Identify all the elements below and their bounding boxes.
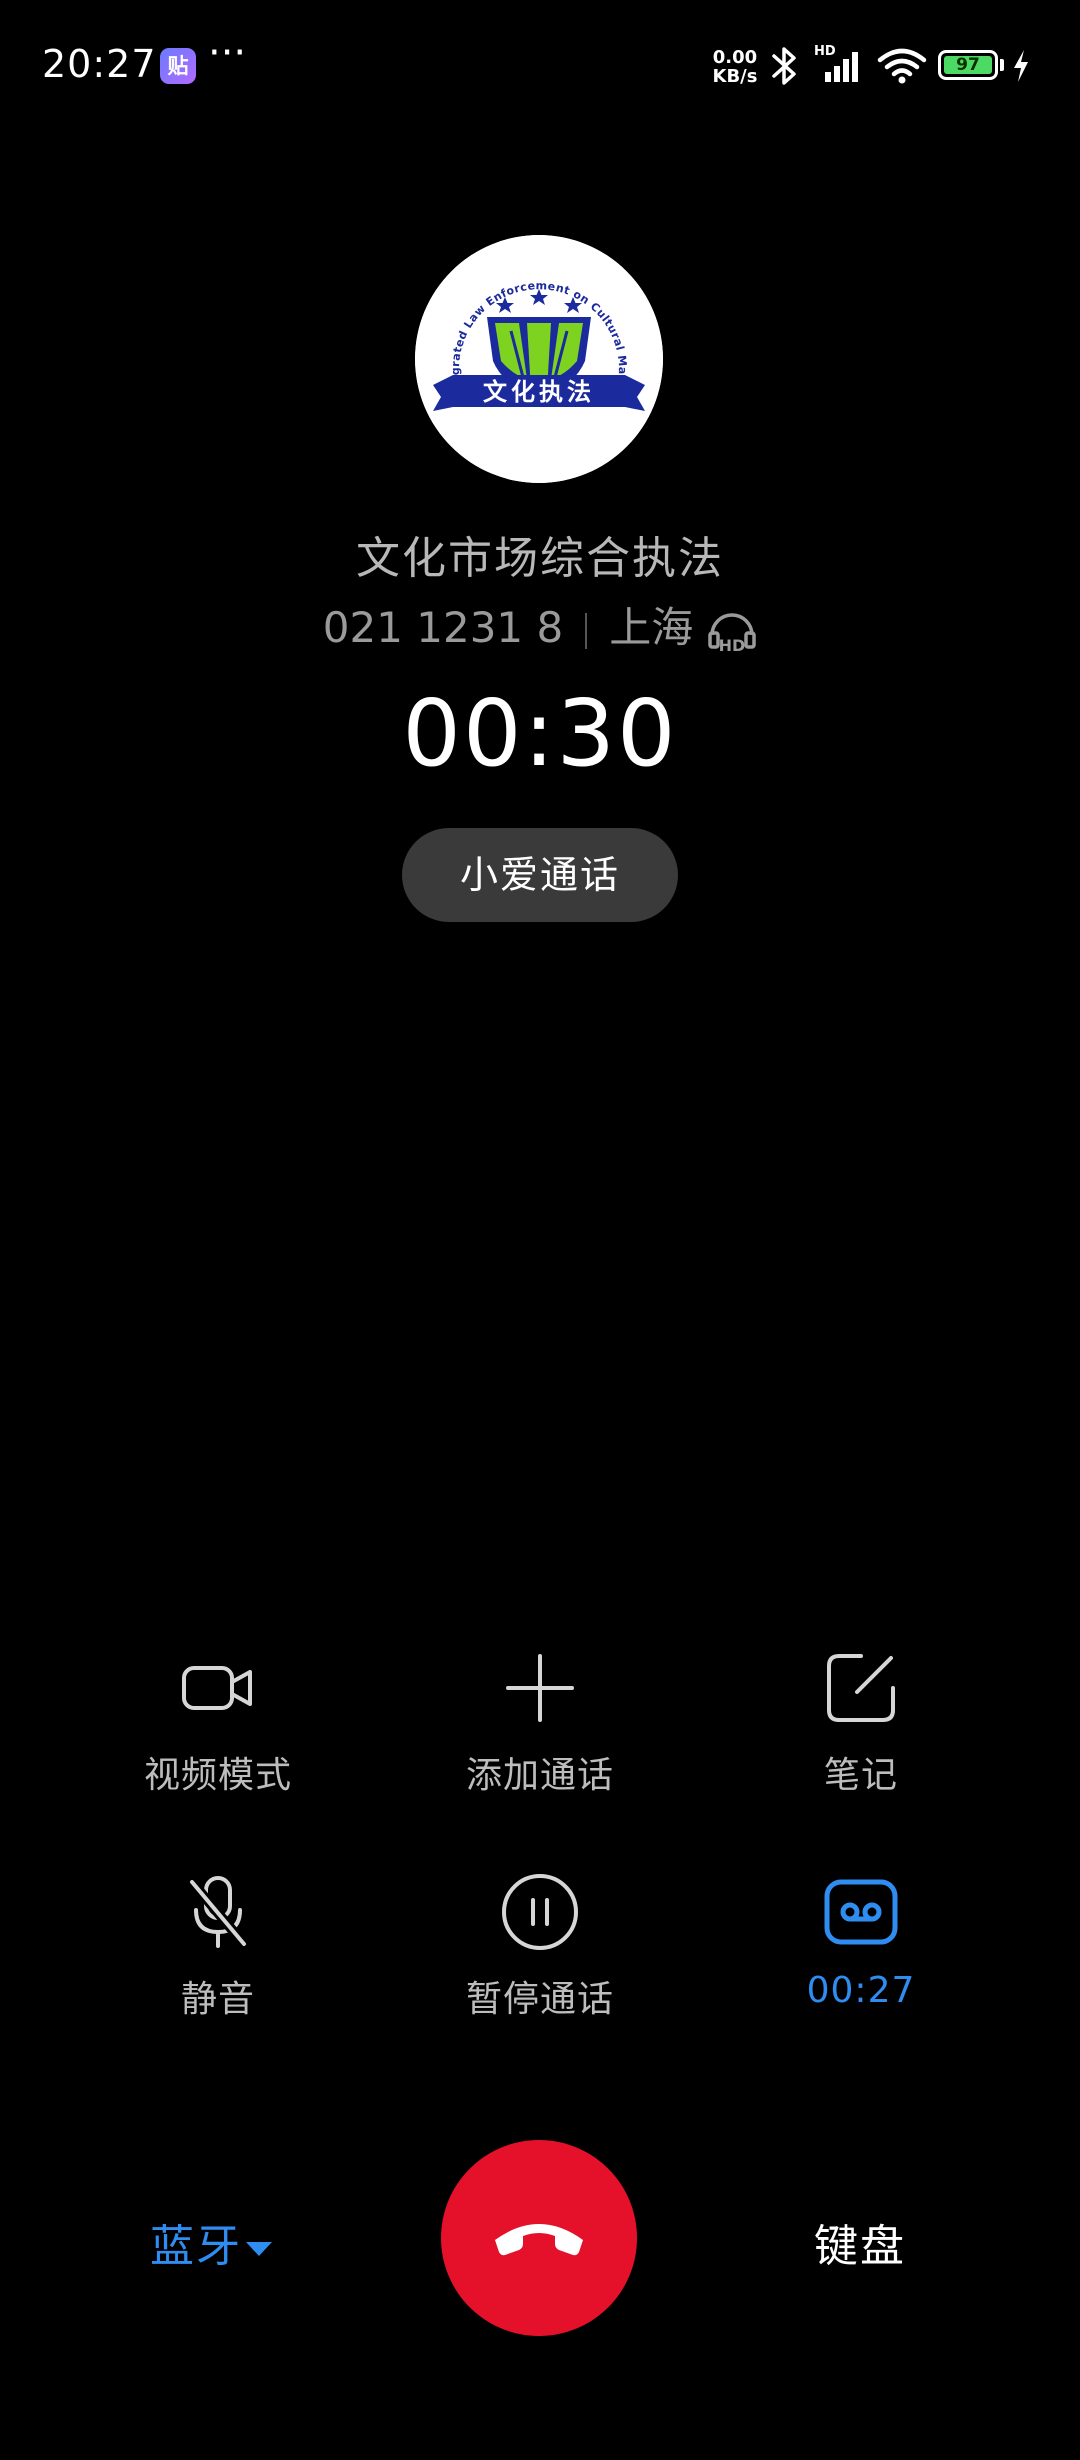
end-call-button[interactable] [441,2140,637,2336]
signal-icon [825,52,858,82]
call-timer: 00:30 [402,680,678,787]
notes-label: 笔记 [823,1755,898,1796]
network-speed-value: 0.00 [712,47,758,68]
battery-tip [1000,59,1004,71]
mute-label: 静音 [180,1979,255,2020]
network-speed-unit: KB/s [712,66,758,87]
status-time: 20:27 [42,42,157,86]
mute-button[interactable]: 静音 [98,1872,338,2042]
video-mode-label: 视频模式 [143,1755,292,1796]
add-call-label: 添加通话 [465,1755,614,1796]
network-speed: 0.00 KB/s [705,48,765,86]
video-camera-icon [182,1666,252,1710]
bluetooth-label: 蓝牙 [150,2221,242,2272]
more-notifications-icon: ··· [208,30,247,76]
note-edit-icon [827,1654,895,1722]
caller-details: 021 1231 8 上海 HD [0,594,1080,655]
pause-icon [502,1874,578,1950]
bluetooth-icon [772,47,796,85]
hold-call-button[interactable]: 暂停通话 [420,1872,660,2042]
keypad-button[interactable]: 键盘 [790,2210,930,2274]
battery-level: 97 [944,56,992,74]
caller-number: 021 1231 8 [322,603,564,652]
svg-text:HD: HD [719,636,746,653]
microphone-off-icon [188,1876,248,1948]
status-bar: 20:27 贴 ··· 0.00 KB/s HD 97 [0,0,1080,130]
hold-call-label: 暂停通话 [465,1979,614,2020]
notes-button[interactable]: 笔记 [741,1648,981,1818]
app-notification-icon: 贴 [160,48,196,84]
bluetooth-audio-button[interactable]: 蓝牙 [150,2210,290,2272]
details-divider [585,612,588,649]
dropdown-caret-icon [246,2242,272,2256]
caller-name: 文化市场综合执法 [356,533,724,584]
wifi-icon [877,48,927,84]
video-mode-button[interactable]: 视频模式 [98,1648,338,1818]
logo-text: 文化执法 [483,378,595,406]
plus-icon [506,1654,574,1722]
record-timer-label: 00:27 [806,1970,916,2011]
caller-logo: Integrated Law Enforcement on Cultural M… [415,235,663,483]
recording-icon [824,1879,898,1945]
caller-location: 上海 [609,603,694,652]
caller-avatar: Integrated Law Enforcement on Cultural M… [415,235,663,483]
charging-icon [1014,50,1028,82]
add-call-button[interactable]: 添加通话 [420,1648,660,1818]
hd-voice-icon: HD [708,612,756,653]
hang-up-icon [495,2224,583,2256]
battery-icon: 97 [938,50,998,80]
ai-call-assistant-button[interactable]: 小爱通话 [402,828,678,922]
record-button[interactable]: 00:27 [741,1872,981,2042]
